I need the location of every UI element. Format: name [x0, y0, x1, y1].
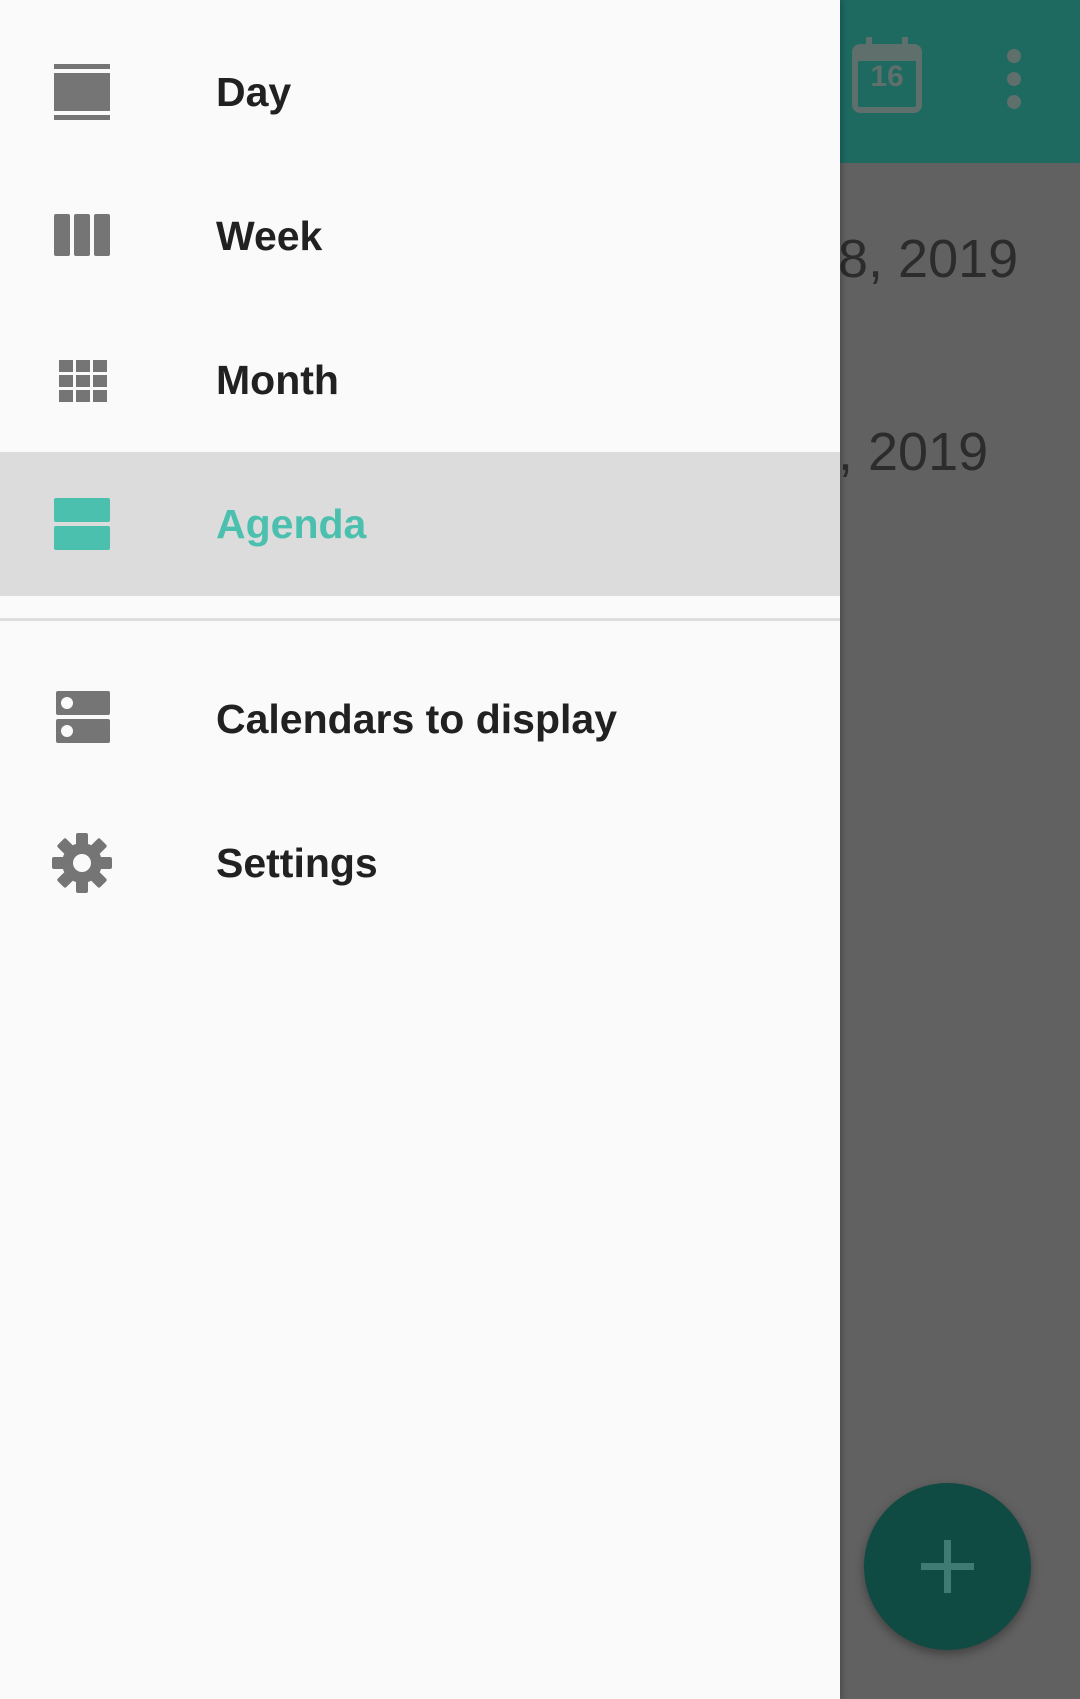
navigation-drawer: Day Week Month Agenda Calendars to displ… — [0, 0, 840, 1699]
drawer-divider — [0, 618, 840, 621]
go-to-today-button[interactable]: 16 — [852, 37, 922, 113]
drawer-item-calendars-to-display[interactable]: Calendars to display — [0, 647, 840, 791]
plus-icon — [921, 1540, 974, 1593]
drawer-item-label: Calendars to display — [216, 696, 618, 742]
drawer-item-month[interactable]: Month — [0, 308, 840, 452]
agenda-view-icon — [52, 494, 112, 554]
day-view-icon — [52, 62, 112, 122]
add-event-button[interactable] — [864, 1483, 1031, 1650]
more-options-icon[interactable] — [994, 48, 1034, 110]
week-view-icon — [52, 206, 112, 266]
agenda-date-header: , 2019 — [838, 422, 989, 482]
drawer-item-label: Day — [216, 69, 292, 115]
month-view-icon — [52, 350, 112, 410]
drawer-item-label: Month — [216, 357, 339, 403]
today-date-number: 16 — [870, 60, 904, 93]
calendars-icon — [52, 689, 112, 749]
drawer-item-label: Agenda — [216, 501, 367, 547]
agenda-date-header: 8, 2019 — [838, 229, 1019, 289]
drawer-item-label: Settings — [216, 840, 378, 886]
drawer-item-settings[interactable]: Settings — [0, 791, 840, 935]
drawer-item-label: Week — [216, 213, 323, 259]
gear-icon — [52, 833, 112, 893]
drawer-item-agenda[interactable]: Agenda — [0, 452, 840, 596]
drawer-item-week[interactable]: Week — [0, 164, 840, 308]
drawer-item-day[interactable]: Day — [0, 20, 840, 164]
